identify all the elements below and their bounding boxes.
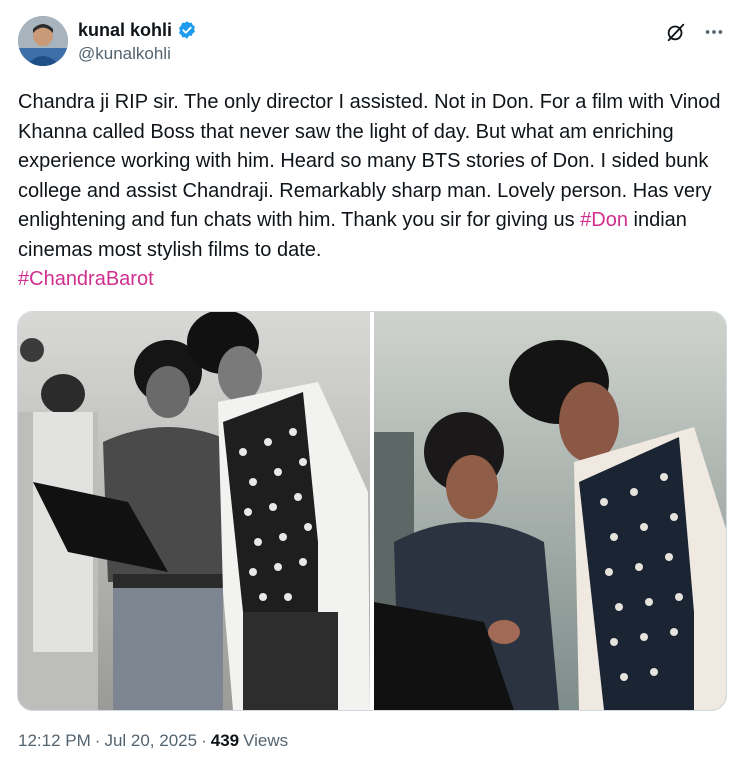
display-name[interactable]: kunal kohli: [78, 20, 172, 41]
verified-badge-icon: [177, 20, 197, 40]
photo-color[interactable]: [373, 312, 726, 710]
more-icon[interactable]: [702, 20, 726, 44]
tweet-meta: 12:12 PM · Jul 20, 2025 · 439 Views: [18, 731, 288, 751]
tweet-time[interactable]: 12:12 PM: [18, 731, 91, 751]
tweet: kunal kohli @kunalkohli Chandra ji RIP s…: [0, 0, 744, 770]
handle[interactable]: @kunalkohli: [78, 44, 197, 64]
views-label: Views: [243, 731, 289, 750]
avatar[interactable]: [18, 16, 68, 66]
name-row: kunal kohli: [78, 18, 197, 42]
meta-separator: ·: [201, 731, 207, 750]
tweet-text: Chandra ji RIP sir. The only director I …: [18, 88, 726, 295]
hashtag-chandrabarot[interactable]: #ChandraBarot: [18, 268, 154, 290]
meta-separator: ·: [94, 731, 101, 750]
views-count: 439: [210, 731, 240, 750]
photo-bw[interactable]: [18, 312, 371, 710]
tweet-date[interactable]: Jul 20, 2025: [104, 731, 197, 751]
hashtag-don[interactable]: #Don: [580, 209, 628, 231]
media-grid: [17, 311, 727, 711]
tweet-header: kunal kohli @kunalkohli: [18, 14, 726, 70]
header-actions: [664, 20, 726, 44]
author-block: kunal kohli @kunalkohli: [78, 18, 197, 64]
grok-icon[interactable]: [664, 20, 688, 44]
